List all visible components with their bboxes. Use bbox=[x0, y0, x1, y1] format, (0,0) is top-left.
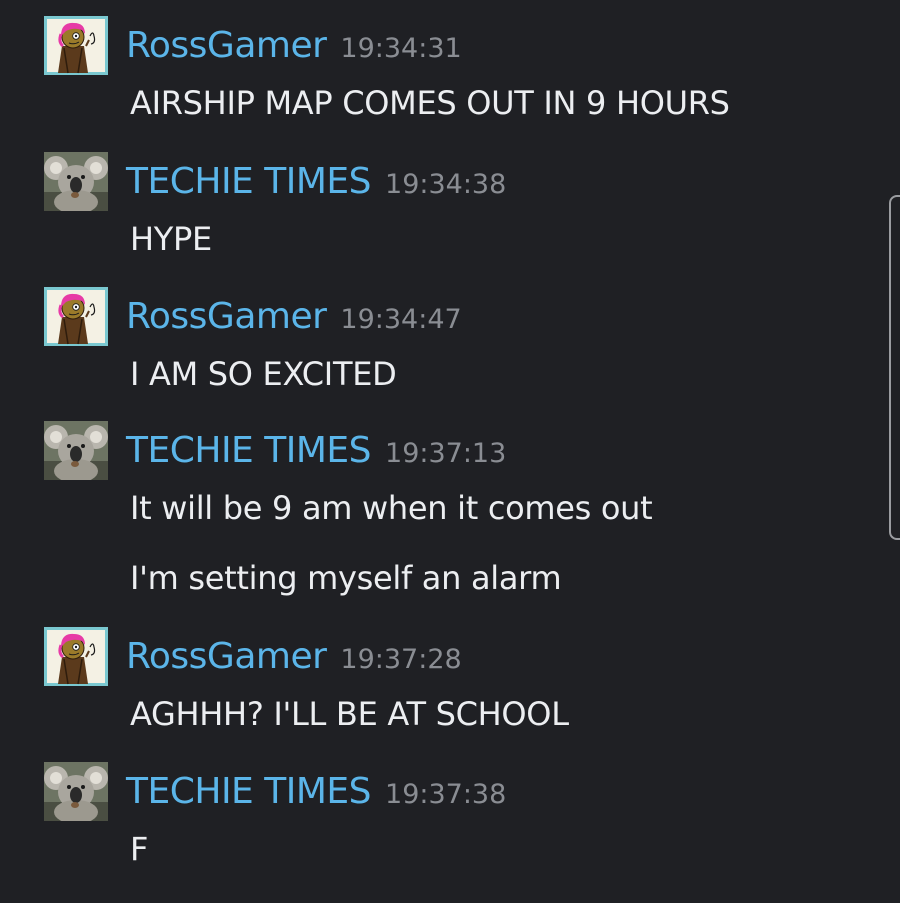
message-timestamp: 19:37:38 bbox=[385, 779, 507, 810]
message-text: AGHHH? I'LL BE AT SCHOOL bbox=[130, 695, 569, 733]
message-timestamp: 19:37:28 bbox=[340, 644, 462, 675]
message-text: AIRSHIP MAP COMES OUT IN 9 HOURS bbox=[130, 84, 730, 122]
message-text: F bbox=[130, 830, 149, 868]
author-name[interactable]: TECHIE TIMES bbox=[126, 771, 372, 812]
author-name[interactable]: RossGamer bbox=[126, 25, 327, 66]
message-text: I'm setting myself an alarm bbox=[130, 559, 562, 597]
message-text: I AM SO EXCITED bbox=[130, 355, 397, 393]
cartoon-avatar-icon[interactable] bbox=[44, 627, 108, 686]
message-timestamp: 19:34:31 bbox=[340, 33, 462, 64]
chat-log: RossGamer 19:34:31 AIRSHIP MAP COMES OUT … bbox=[0, 0, 900, 903]
message-text: It will be 9 am when it comes out bbox=[130, 489, 653, 527]
message-timestamp: 19:34:38 bbox=[385, 169, 507, 200]
message-timestamp: 19:37:13 bbox=[385, 438, 507, 469]
scrollbar-thumb[interactable] bbox=[889, 195, 900, 540]
message-text: HYPE bbox=[130, 220, 212, 258]
author-name[interactable]: RossGamer bbox=[126, 296, 327, 337]
koala-avatar-icon[interactable] bbox=[44, 421, 108, 480]
message-timestamp: 19:34:47 bbox=[340, 304, 462, 335]
cartoon-avatar-icon[interactable] bbox=[44, 16, 108, 75]
cartoon-avatar-icon[interactable] bbox=[44, 287, 108, 346]
koala-avatar-icon[interactable] bbox=[44, 152, 108, 211]
koala-avatar-icon[interactable] bbox=[44, 762, 108, 821]
author-name[interactable]: TECHIE TIMES bbox=[126, 161, 372, 202]
author-name[interactable]: RossGamer bbox=[126, 636, 327, 677]
author-name[interactable]: TECHIE TIMES bbox=[126, 430, 372, 471]
